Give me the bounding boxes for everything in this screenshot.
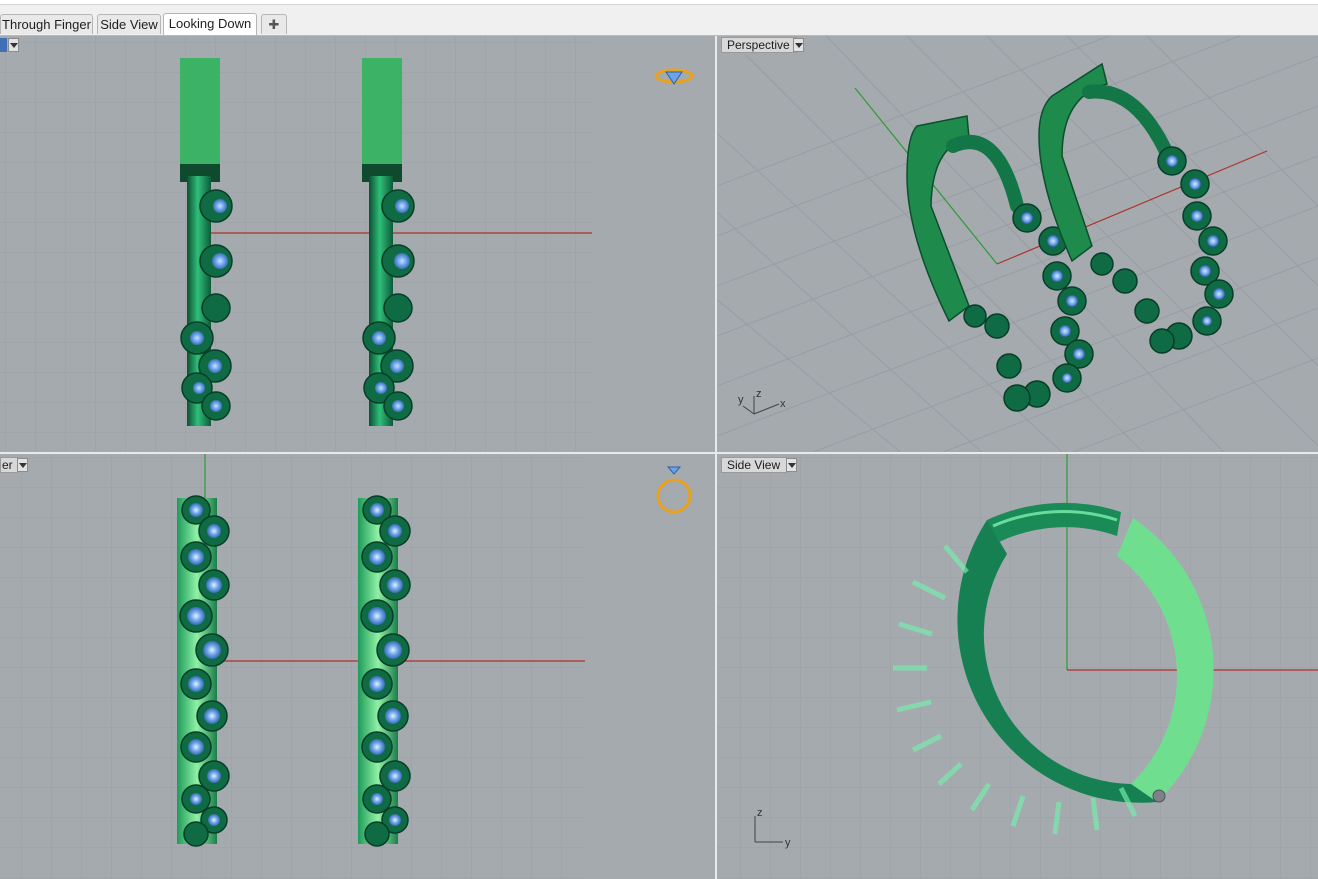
axis-z-label: z [756,388,762,400]
viewport-title-perspective[interactable]: Perspective [721,37,797,53]
construction-grid [0,36,592,452]
viewport-title-side-view[interactable]: Side View [721,457,787,473]
viewport-menu-dropdown[interactable] [17,458,28,472]
earring-model-front [906,115,1094,412]
viewport-splitter-horizontal[interactable] [0,452,1318,454]
viewport-tab-bar: Through Finger Side View Looking Down ✚ [0,8,1318,36]
viewport-top[interactable]: er [0,454,715,879]
window-top-strip [0,0,1318,5]
add-tab-button[interactable]: ✚ [261,14,287,34]
viewport-menu-dropdown[interactable] [8,38,19,52]
construction-grid [0,454,585,879]
viewport-label-stub [0,38,7,52]
viewport-side-canvas: z y [717,454,1318,879]
x-axis-line [996,150,1268,265]
tab-through-finger[interactable]: Through Finger [0,14,93,34]
tab-side-view[interactable]: Side View [97,14,161,34]
axis-x-label: x [780,398,786,410]
viewport-front-canvas [0,36,694,452]
viewport-side[interactable]: z y Side View [717,454,1318,879]
viewport-front[interactable] [0,36,715,452]
viewport-title-top[interactable]: er [0,457,18,473]
axis-y-label: y [738,394,744,406]
viewport-menu-dropdown[interactable] [786,458,797,472]
ring-icon [656,466,692,514]
viewport-perspective[interactable]: z x y Perspective [717,36,1318,452]
viewport-splitter-vertical[interactable] [715,36,717,879]
plus-icon: ✚ [268,17,280,32]
viewport-perspective-canvas: z x y [717,36,1318,452]
gem-ring-icon [654,68,694,85]
viewport-menu-dropdown[interactable] [793,38,804,52]
viewport-top-canvas [0,454,692,879]
axis-z-label: z [757,807,763,819]
axis-y-label: y [785,837,791,849]
tab-looking-down[interactable]: Looking Down [163,13,257,35]
